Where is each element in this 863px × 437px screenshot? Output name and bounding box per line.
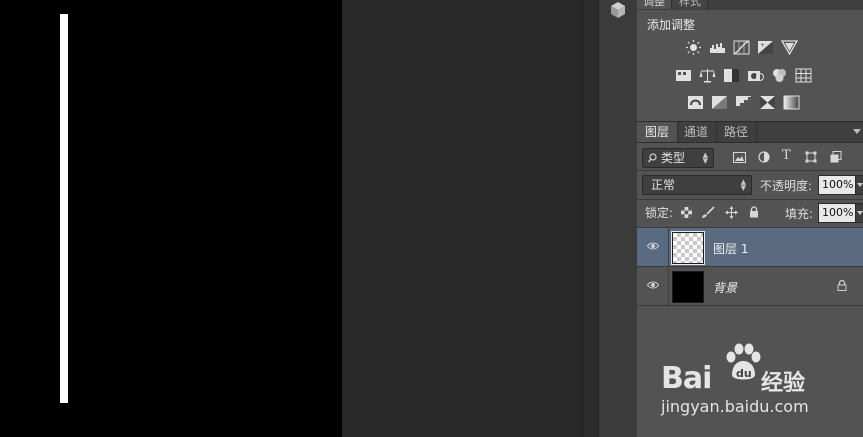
3d-cube-icon[interactable] [609, 0, 627, 20]
watermark-brand: Bai [661, 361, 712, 396]
adjustment-icons-row-3 [687, 95, 800, 110]
color-balance-icon[interactable] [699, 68, 716, 83]
svg-text:+: + [760, 42, 765, 49]
image-filter-icon[interactable] [733, 152, 746, 163]
select-arrows-icon: ▲ ▼ [702, 151, 708, 165]
layer-filter-select[interactable]: 类型 ▲ ▼ [642, 148, 714, 168]
channel-mixer-icon[interactable] [771, 68, 788, 83]
lock-all-icon[interactable] [749, 206, 759, 218]
levels-icon[interactable] [709, 40, 726, 55]
divider [668, 228, 669, 266]
lock-label: 锁定: [645, 206, 674, 220]
watermark-url: jingyan.baidu.com [661, 397, 809, 416]
tab-channels[interactable]: 通道 [676, 122, 718, 142]
threshold-icon[interactable] [735, 95, 752, 110]
selective-color-icon[interactable] [759, 95, 776, 110]
smart-object-filter-icon[interactable] [830, 151, 842, 163]
lock-transparent-icon[interactable] [681, 207, 692, 218]
tab-adjustments[interactable]: 调整 [637, 0, 672, 9]
lock-position-icon[interactable] [725, 206, 738, 219]
watermark-brand-suffix: 经验 [761, 371, 806, 396]
layer-name[interactable]: 图层 1 [713, 240, 748, 257]
svg-text:du: du [736, 367, 752, 380]
blend-mode-value: 正常 [651, 178, 676, 192]
layers-tabbar: 图层 通道 路径 [637, 122, 863, 143]
search-icon [648, 153, 657, 163]
adjustments-tabbar: 调整 样式 [637, 0, 863, 10]
text-filter-icon[interactable]: T [782, 148, 791, 163]
opacity-dropdown-icon[interactable] [855, 175, 863, 195]
adjustment-filter-icon[interactable] [758, 151, 770, 163]
filter-type-label: 类型 [661, 151, 686, 165]
eye-icon[interactable] [647, 241, 659, 251]
tab-styles[interactable]: 样式 [673, 0, 708, 9]
black-white-icon[interactable] [723, 68, 740, 83]
pasteboard [342, 0, 582, 437]
panel-gutter [582, 0, 599, 437]
document-canvas[interactable] [0, 0, 342, 437]
gradient-map-icon[interactable] [783, 95, 800, 110]
tab-paths[interactable]: 路径 [716, 122, 758, 142]
separator [637, 199, 863, 200]
blend-mode-select[interactable]: 正常 ▲ ▼ [642, 175, 752, 195]
posterize-icon[interactable] [711, 95, 728, 110]
collapsed-panel-dock [598, 0, 638, 437]
brightness-contrast-icon[interactable] [685, 40, 702, 55]
adjustment-icons-row-1: + [685, 40, 798, 55]
eye-icon[interactable] [647, 280, 659, 290]
curves-icon[interactable] [733, 40, 750, 55]
opacity-field[interactable]: 100% [818, 175, 856, 195]
baidu-jingyan-watermark: du Bai 经验 jingyan.baidu.com [661, 343, 821, 423]
layer-name[interactable]: 背景 [713, 279, 737, 296]
layer-thumbnail[interactable] [672, 232, 704, 264]
lock-image-icon[interactable] [701, 206, 715, 219]
separator [637, 170, 863, 171]
layer-row-layer1[interactable]: 图层 1 [637, 228, 863, 267]
fill-dropdown-icon[interactable] [855, 203, 863, 223]
vibrance-icon[interactable] [781, 40, 798, 55]
hue-saturation-icon[interactable] [675, 68, 692, 83]
invert-icon[interactable] [687, 95, 704, 110]
adjustment-icons-row-2 [675, 68, 812, 83]
divider [668, 267, 669, 305]
tab-layers[interactable]: 图层 [637, 122, 679, 142]
select-arrows-icon: ▲ ▼ [740, 178, 746, 192]
white-vertical-stroke [60, 14, 68, 403]
layer-thumbnail[interactable] [672, 271, 704, 303]
fill-field[interactable]: 100% [818, 203, 856, 223]
color-lookup-icon[interactable] [795, 68, 812, 83]
photo-filter-icon[interactable] [747, 68, 764, 83]
lock-icon [837, 280, 847, 291]
panel-menu-icon[interactable] [853, 129, 861, 134]
opacity-label: 不透明度: [760, 179, 813, 193]
layer-row-background[interactable]: 背景 [637, 267, 863, 306]
fill-label: 填充: [785, 207, 814, 221]
shape-filter-icon[interactable] [805, 151, 817, 163]
paw-logo-icon: du [726, 343, 761, 380]
exposure-icon[interactable]: + [757, 40, 774, 55]
add-adjustment-title: 添加调整 [647, 18, 696, 32]
adjustments-panel: 调整 样式 添加调整 + [637, 0, 863, 122]
